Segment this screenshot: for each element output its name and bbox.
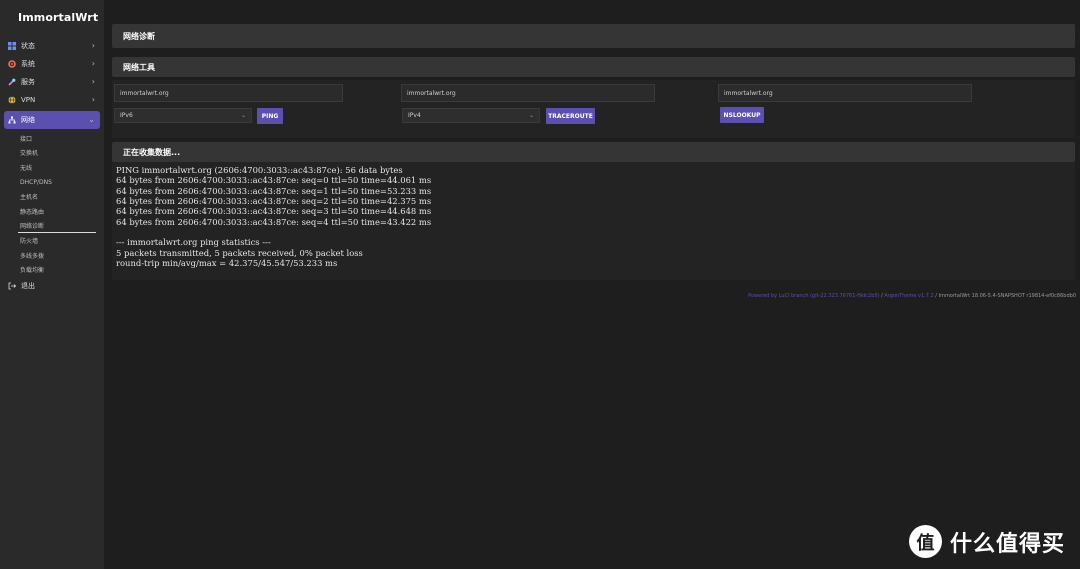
watermark-text: 什么值得买 <box>950 531 1066 557</box>
ping-host-value: immortalwrt.org <box>120 89 169 97</box>
sidebar-item-label: 退出 <box>21 281 35 290</box>
sidebar-item-label: 状态 <box>21 42 35 50</box>
traceroute-button[interactable]: TRACEROUTE <box>546 108 595 124</box>
chevron-right-icon: › <box>91 77 95 86</box>
submenu-item-diagnostics[interactable]: 网络诊断 <box>0 219 104 234</box>
chevron-down-icon: ⌄ <box>88 115 95 124</box>
sidebar-item-label: VPN <box>21 96 36 104</box>
sidebar: ImmortalWrt 状态 › 系统 › 服务 › VPN › 网络 ⌄ 接口… <box>0 0 104 569</box>
submenu-item-interfaces[interactable]: 接口 <box>0 131 104 146</box>
page-title-bar: 网络诊断 <box>112 24 1075 48</box>
network-submenu: 接口 交换机 无线 DHCP/DNS 主机名 静态路由 网络诊断 防火墙 多线多… <box>0 131 104 277</box>
nslookup-button[interactable]: NSLOOKUP <box>720 107 764 123</box>
submenu-item-firewall[interactable]: 防火墙 <box>0 233 104 248</box>
gear-icon <box>8 60 16 68</box>
footer: Powered by LuCI branch (git-22.323.76761… <box>748 293 1076 299</box>
sidebar-item-system[interactable]: 系统 › <box>0 55 104 73</box>
chevron-right-icon: › <box>91 59 95 68</box>
submenu-item-wireless[interactable]: 无线 <box>0 160 104 175</box>
ping-button[interactable]: PING <box>257 108 283 124</box>
nslookup-host-value: immortalwrt.org <box>724 89 773 97</box>
globe-icon <box>8 96 16 104</box>
brand-logo[interactable]: ImmortalWrt <box>18 11 98 24</box>
nslookup-host-input[interactable]: immortalwrt.org <box>718 84 972 102</box>
submenu-item-load-balancing[interactable]: 负载均衡 <box>0 262 104 277</box>
chevron-right-icon: › <box>91 95 95 104</box>
output-text: PING immortalwrt.org (2606:4700:3033::ac… <box>116 165 432 269</box>
sidebar-menu: 状态 › 系统 › 服务 › VPN › 网络 ⌄ 接口 交换机 无线 DHCP… <box>0 37 104 295</box>
ping-protocol-select[interactable]: IPv6 ⌄ <box>114 108 252 123</box>
footer-theme-link[interactable]: ArgonTheme v1.7.2 <box>884 293 933 299</box>
traceroute-host-value: immortalwrt.org <box>407 89 456 97</box>
traceroute-protocol-value: IPv4 <box>408 112 421 119</box>
submenu-item-hostnames[interactable]: 主机名 <box>0 189 104 204</box>
logout-icon <box>8 282 16 290</box>
ping-protocol-value: IPv6 <box>120 112 133 119</box>
watermark-logo: 值 <box>909 525 942 558</box>
chevron-down-icon: ⌄ <box>528 112 534 119</box>
output-title: 正在收集数据... <box>123 148 181 157</box>
sidebar-item-logout[interactable]: 退出 <box>0 277 104 295</box>
footer-luci-link[interactable]: Powered by LuCI branch (git-22.323.76761… <box>748 293 879 299</box>
wrench-icon <box>8 78 16 86</box>
sidebar-item-vpn[interactable]: VPN › <box>0 91 104 109</box>
sidebar-item-label: 服务 <box>21 78 35 86</box>
traceroute-protocol-select[interactable]: IPv4 ⌄ <box>402 108 540 123</box>
submenu-item-switch[interactable]: 交换机 <box>0 146 104 161</box>
sidebar-item-services[interactable]: 服务 › <box>0 73 104 91</box>
sidebar-item-status[interactable]: 状态 › <box>0 37 104 55</box>
tools-header: 网络工具 <box>112 57 1075 77</box>
watermark: 值 什么值得买 <box>909 525 1065 558</box>
output-header: 正在收集数据... <box>112 142 1075 162</box>
chevron-right-icon: › <box>91 41 95 50</box>
chevron-down-icon: ⌄ <box>240 112 246 119</box>
submenu-item-static-routes[interactable]: 静态路由 <box>0 204 104 219</box>
sidebar-item-network[interactable]: 网络 ⌄ <box>4 111 100 129</box>
submenu-item-dhcp-dns[interactable]: DHCP/DNS <box>0 175 104 190</box>
tools-title: 网络工具 <box>123 63 155 72</box>
dashboard-icon <box>8 42 16 50</box>
ping-host-input[interactable]: immortalwrt.org <box>114 84 343 102</box>
sidebar-item-label: 系统 <box>21 60 35 68</box>
traceroute-host-input[interactable]: immortalwrt.org <box>401 84 655 102</box>
page-title: 网络诊断 <box>123 32 155 41</box>
sidebar-item-label: 网络 <box>21 116 35 124</box>
diagnostic-output: PING immortalwrt.org (2606:4700:3033::ac… <box>112 162 1075 280</box>
network-tools: immortalwrt.org IPv6 ⌄ PING immortalwrt.… <box>112 80 1075 138</box>
submenu-item-multiwan[interactable]: 多线多拨 <box>0 248 104 263</box>
footer-build: ImmortalWrt 18.06-5.4-SNAPSHOT r19814-ef… <box>938 293 1076 299</box>
network-icon <box>8 116 16 124</box>
